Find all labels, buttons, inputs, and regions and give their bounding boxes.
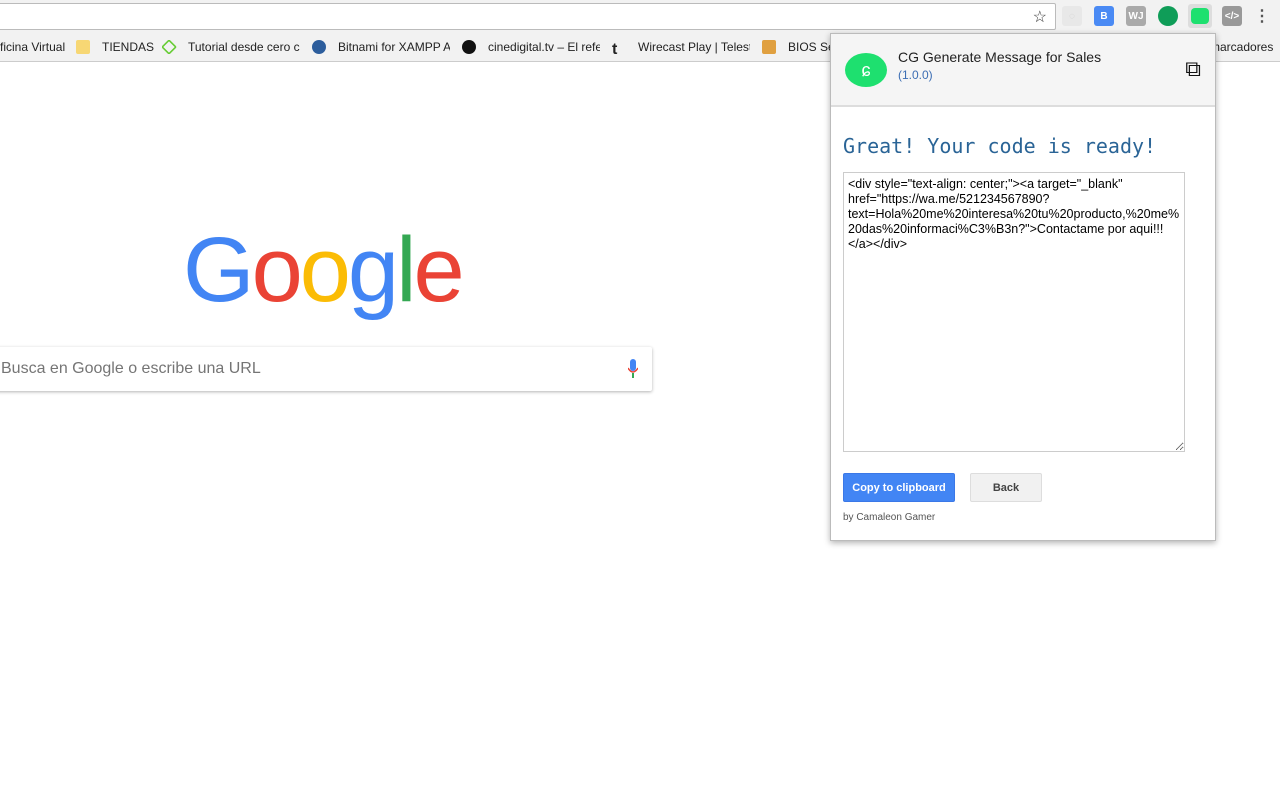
popup-title: CG Generate Message for Sales bbox=[898, 49, 1102, 65]
author-credit: by Camaleon Gamer bbox=[843, 512, 936, 523]
browser-toolbar: ☆ ◌ B WJ </> ⋮ bbox=[0, 0, 1280, 33]
popup-version: (1.0.0) bbox=[898, 68, 933, 82]
back-button[interactable]: Back bbox=[970, 473, 1042, 502]
bookmark-item[interactable]: Tutorial desde cero c bbox=[162, 40, 300, 54]
extension-tag-icon[interactable]: B bbox=[1094, 6, 1114, 26]
bookmark-label: Tutorial desde cero c bbox=[188, 40, 300, 54]
popup-header: ɕ CG Generate Message for Sales (1.0.0) … bbox=[831, 34, 1215, 107]
bookmark-label: ficina Virtual bbox=[0, 40, 66, 54]
bookmark-label: cinedigital.tv – El refe bbox=[488, 40, 600, 54]
extension-cg-icon[interactable] bbox=[1188, 4, 1212, 28]
bookmark-item[interactable]: marcadores bbox=[1210, 40, 1273, 54]
bookmark-item[interactable]: TIENDAS bbox=[76, 40, 154, 54]
extension-popup: ɕ CG Generate Message for Sales (1.0.0) … bbox=[830, 33, 1216, 541]
bookmark-star-icon[interactable]: ☆ bbox=[1033, 7, 1047, 27]
bookmark-label: Bitnami for XAMPP A bbox=[338, 40, 450, 54]
bookmark-item[interactable]: cinedigital.tv – El refe bbox=[462, 40, 600, 54]
bookmark-label: marcadores bbox=[1210, 40, 1274, 54]
bookmark-item[interactable]: Bitnami for XAMPP A bbox=[312, 40, 450, 54]
telestream-icon: t bbox=[612, 41, 618, 58]
bookmark-item[interactable]: t Wirecast Play | Telest bbox=[612, 40, 750, 58]
microphone-icon[interactable] bbox=[628, 359, 638, 379]
extension-code-icon[interactable]: </> bbox=[1222, 6, 1242, 26]
bookmark-label: BIOS Se bbox=[788, 40, 832, 54]
address-bar[interactable]: ☆ bbox=[0, 3, 1056, 30]
search-input[interactable]: Busca en Google o escribe una URL bbox=[1, 360, 261, 378]
ready-heading: Great! Your code is ready! bbox=[843, 134, 1157, 158]
site-icon bbox=[162, 40, 177, 54]
open-external-icon[interactable]: ⧉ bbox=[1185, 56, 1201, 82]
bookmark-label: TIENDAS bbox=[102, 40, 155, 54]
search-box[interactable]: Busca en Google o escribe una URL bbox=[0, 347, 652, 391]
site-icon bbox=[462, 40, 476, 54]
menu-icon[interactable]: ⋮ bbox=[1252, 6, 1272, 26]
folder-icon bbox=[76, 40, 90, 54]
bookmark-item[interactable]: BIOS Se bbox=[762, 40, 832, 54]
bitnami-icon bbox=[312, 40, 326, 54]
bookmark-item[interactable]: ficina Virtual bbox=[0, 40, 70, 54]
code-output-textarea[interactable]: <div style="text-align: center;"><a targ… bbox=[843, 172, 1185, 452]
extension-bulb-icon[interactable]: ◌ bbox=[1062, 6, 1082, 26]
extension-leaf-icon[interactable] bbox=[1158, 6, 1178, 26]
extension-wj-icon[interactable]: WJ bbox=[1126, 6, 1146, 26]
site-icon bbox=[762, 40, 776, 54]
copy-to-clipboard-button[interactable]: Copy to clipboard bbox=[843, 473, 955, 502]
chameleon-logo-icon: ɕ bbox=[845, 53, 887, 87]
google-logo: Google bbox=[183, 219, 465, 321]
bookmark-label: Wirecast Play | Telest bbox=[638, 40, 750, 54]
